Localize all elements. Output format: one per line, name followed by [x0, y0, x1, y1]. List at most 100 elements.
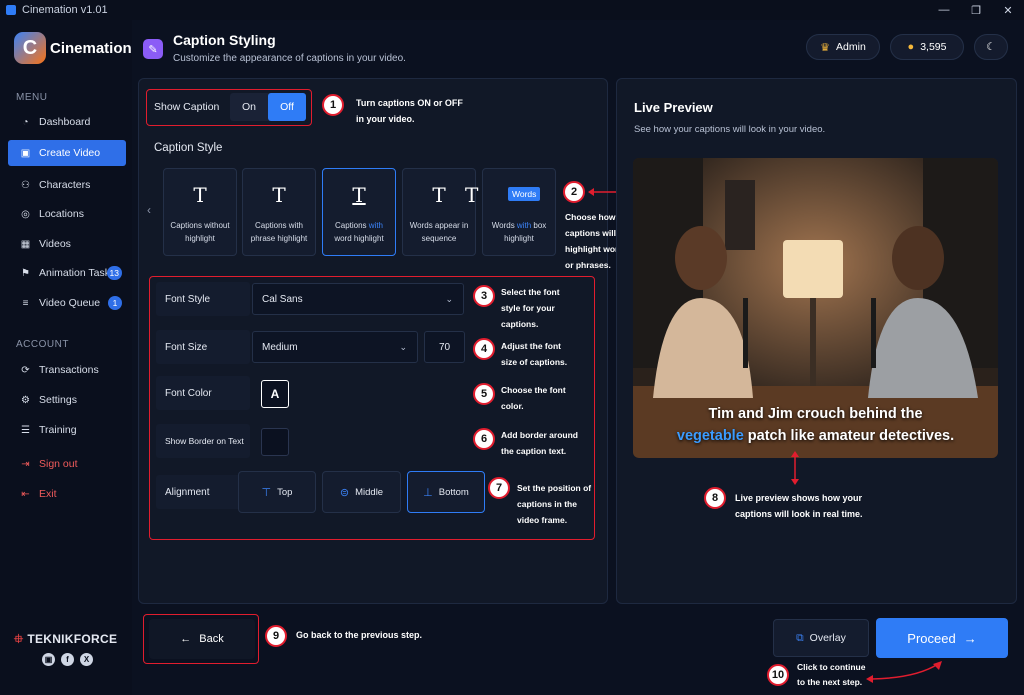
back-button[interactable]: ← Back: [149, 619, 255, 659]
align-bottom-label: Bottom: [438, 486, 469, 498]
admin-button[interactable]: ♛ Admin: [806, 34, 880, 60]
close-button[interactable]: ✕: [992, 0, 1024, 20]
sidebar-item-video-queue[interactable]: ≡ Video Queue 1: [8, 290, 126, 316]
annotation-note: Click to continue to the next step.: [797, 660, 865, 690]
note-line: or phrases.: [565, 260, 611, 270]
show-caption-label: Show Caption: [154, 101, 220, 113]
social-links: ▣ f X: [42, 653, 93, 666]
arrow-left-icon: ←: [180, 633, 192, 645]
sidebar-item-videos[interactable]: ▦ Videos: [8, 231, 126, 257]
sidebar-item-create-video[interactable]: ▣ Create Video: [8, 140, 126, 166]
font-size-number-input[interactable]: 70: [424, 331, 465, 363]
sidebar-item-transactions[interactable]: ⟳ Transactions: [8, 357, 126, 383]
sidebar-item-label: Exit: [39, 488, 57, 500]
font-color-picker[interactable]: A: [261, 380, 289, 408]
show-caption-toggle[interactable]: On Off: [230, 93, 306, 121]
caption-style-sequence[interactable]: T Words appear in sequence: [402, 168, 476, 256]
proceed-button[interactable]: Proceed →: [876, 618, 1008, 658]
border-checkbox[interactable]: [261, 428, 289, 456]
theme-toggle-button[interactable]: ☾: [974, 34, 1008, 60]
font-size-value: Medium: [262, 341, 298, 353]
card-line: Captions without: [170, 221, 230, 230]
sidebar-item-characters[interactable]: ⚇ Characters: [8, 172, 126, 198]
align-top-label: Top: [277, 486, 293, 498]
tasks-icon: ⚑: [21, 267, 30, 279]
arrow-right-icon: →: [963, 630, 977, 646]
location-icon: ◎: [21, 208, 30, 220]
sidebar-item-training[interactable]: ☰ Training: [8, 417, 126, 443]
align-top-button[interactable]: ⊤ Top: [238, 471, 316, 513]
note-line: size of captions.: [501, 357, 568, 367]
annotation-badge: 3: [473, 285, 495, 307]
card-line: highlight: [185, 234, 215, 243]
sidebar: C Cinemation MENU ◔ Dashboard ▣ Create V…: [0, 20, 132, 695]
note-line: Choose the font: [501, 385, 566, 395]
chevron-down-icon: ⌄: [399, 342, 407, 352]
sidebar-item-exit[interactable]: ⇤ Exit: [8, 481, 126, 507]
caption-style-heading: Caption Style: [154, 142, 223, 154]
coin-icon: ●: [907, 41, 915, 53]
moon-icon: ☾: [986, 41, 996, 53]
training-icon: ☰: [21, 424, 30, 436]
annotation-note: Choose the font color.: [501, 382, 566, 414]
video-icon: ▣: [20, 147, 31, 159]
card-label: Captions with phrase highlight: [245, 219, 313, 245]
annotation-badge: 2: [563, 181, 585, 203]
align-middle-label: Middle: [355, 486, 384, 498]
proceed-label: Proceed: [907, 630, 956, 646]
live-preview-title: Live Preview: [634, 100, 713, 115]
brand-text: TEKNIKFORCE: [27, 632, 118, 646]
chevron-down-icon: ⌄: [445, 294, 453, 304]
admin-label: Admin: [836, 41, 866, 53]
font-style-select[interactable]: Cal Sans ⌄: [252, 283, 464, 315]
credits-button[interactable]: ● 3,595: [890, 34, 964, 60]
align-middle-button[interactable]: ⊜ Middle: [322, 471, 401, 513]
note-line: color.: [501, 401, 524, 411]
annotation-badge: 9: [265, 625, 287, 647]
caption-style-box-highlight[interactable]: T Words Words with box highlight: [465, 168, 556, 256]
youtube-icon[interactable]: ▣: [42, 653, 55, 666]
annotation-note: Turn captions ON or OFF in your video.: [356, 95, 463, 127]
caption-off-option[interactable]: Off: [268, 93, 306, 121]
characters-icon: ⚇: [21, 179, 30, 191]
annotation-note: Adjust the font size of captions.: [501, 338, 567, 370]
font-size-label: Font Size: [156, 330, 250, 364]
sidebar-item-dashboard[interactable]: ◔ Dashboard: [8, 109, 126, 135]
account-heading: ACCOUNT: [16, 339, 69, 350]
minimize-button[interactable]: —: [928, 0, 960, 20]
note-line: Live preview shows how your: [735, 493, 863, 503]
caption-on-option[interactable]: On: [230, 93, 268, 121]
font-size-select[interactable]: Medium ⌄: [252, 331, 418, 363]
count-badge: 13: [106, 266, 122, 280]
caption-style-word-highlight[interactable]: T Captions with word highlight: [322, 168, 396, 256]
caption-styling-icon: ✎: [143, 39, 163, 59]
sidebar-item-settings[interactable]: ⚙ Settings: [8, 387, 126, 413]
sidebar-item-locations[interactable]: ◎ Locations: [8, 201, 126, 227]
video-preview: Tim and Jim crouch behind the vegetable …: [633, 158, 998, 458]
chevron-left-icon[interactable]: ‹: [147, 203, 151, 217]
caption-style-phrase-highlight[interactable]: T Captions with phrase highlight: [242, 168, 316, 256]
maximize-button[interactable]: ❐: [960, 0, 992, 20]
page-subtitle: Customize the appearance of captions in …: [173, 53, 406, 64]
card-label: Words with box highlight: [485, 219, 553, 245]
overlay-button[interactable]: ⧉ Overlay: [773, 619, 869, 657]
sidebar-item-label: Dashboard: [39, 116, 91, 128]
note-line: style for your: [501, 303, 555, 313]
sidebar-item-sign-out[interactable]: ⇥ Sign out: [8, 451, 126, 477]
caption-style-no-highlight[interactable]: T Captions without highlight: [163, 168, 237, 256]
sidebar-item-label: Sign out: [39, 458, 78, 470]
sidebar-item-animation-tasks[interactable]: ⚑ Animation Tasks 13: [8, 260, 126, 286]
logo-text: Cinemation: [50, 39, 132, 57]
x-icon[interactable]: X: [80, 653, 93, 666]
align-bottom-button[interactable]: ⊥ Bottom: [407, 471, 485, 513]
card-line: phrase highlight: [250, 234, 308, 243]
text-style-icon: T: [465, 183, 479, 207]
facebook-icon[interactable]: f: [61, 653, 74, 666]
note-line: Turn captions ON or OFF: [356, 98, 463, 108]
app-logo[interactable]: C Cinemation: [14, 32, 132, 64]
note-line: captions.: [501, 319, 539, 329]
text-style-icon: T: [193, 183, 207, 207]
card-line: word highlight: [334, 234, 384, 243]
card-label: Words appear in sequence: [405, 219, 473, 245]
note-line: captions will look in real time.: [735, 509, 863, 519]
